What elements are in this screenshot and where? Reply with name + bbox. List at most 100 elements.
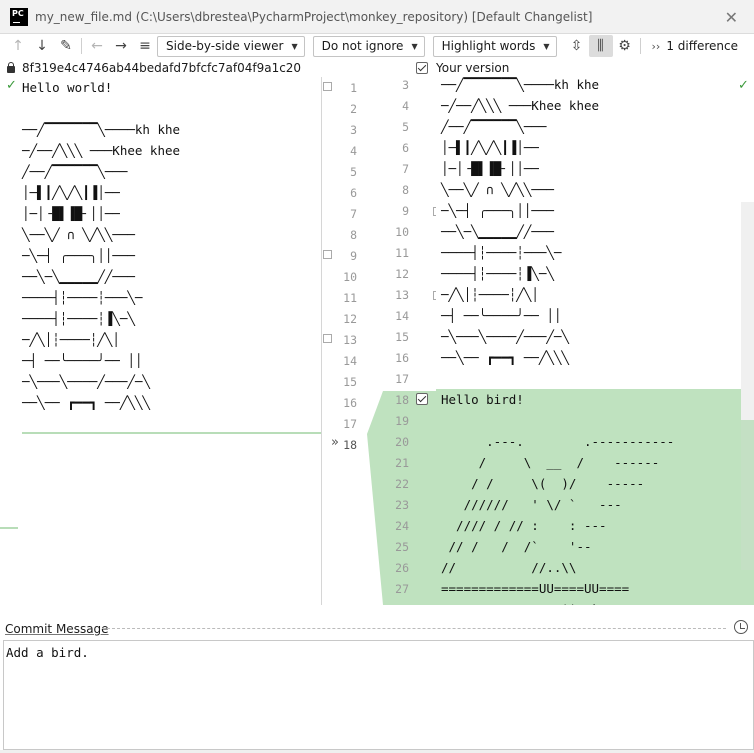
line-number: 15 [395,330,409,344]
title-bar: PC my_new_file.md (C:\Users\dbrestea\Pyc… [0,0,754,34]
line-number: 2 [350,102,357,116]
toolbar-separator [81,38,82,54]
close-icon[interactable]: ✕ [725,8,738,27]
line-number: 11 [395,246,409,260]
line-number: 28 [385,603,409,605]
line-number: 6 [402,141,409,155]
code-line: Hello world! [22,80,113,95]
code-line: ─┤ ──╰────╯── ││ [441,308,562,323]
commit-message-label: Commit Message [5,622,109,636]
line-number: 6 [350,186,357,200]
scrollbar-thumb[interactable] [741,420,754,570]
code-line: ─╲─┤ ╭───╮││─── [441,203,554,218]
diff-gutter: 1 2 3 4 5 6 7 8 9 10 11 12 13 14 15 16 17 18 3 4 5 6 7 8 9 10 11 1… [323,77,436,605]
code-line: │─▌┃╱╲╱╲┃▐│── [22,185,120,200]
line-number: 24 [395,519,409,533]
line-number: 13 [343,333,357,347]
line-number: 19 [395,414,409,428]
code-line: ╲──╲╱ ∩ ╲╱╲╲─── [22,227,135,242]
include-all-checkbox[interactable] [416,61,428,74]
line-number: 14 [343,354,357,368]
line-number: 9 [350,249,357,263]
code-line: ─┤ ──╰────╯── ││ [22,353,143,368]
window-title: my_new_file.md (C:\Users\dbrestea\Pychar… [35,9,593,24]
code-line: ────┤┆────┆▐╲─╲ [441,266,554,281]
divider [102,628,726,629]
code-line: ─╱──╱╲╲╲ ───Khee khee [441,98,600,113]
line-number: 17 [343,417,357,431]
line-number: 27 [395,582,409,596]
viewer-mode-select[interactable]: Side-by-side viewer ▼ [157,35,305,57]
code-line: │─│╶█▌▐█╴││── [22,206,120,221]
line-number: 7 [402,162,409,176]
line-number: 18 [395,393,409,407]
code-line: '//||\\` [441,599,599,605]
code-line: .---. .----------- [441,434,675,449]
pycharm-logo-icon: PC [10,7,28,26]
code-line: ╱──╱▔▔▔▔▔▔╲─── [22,164,128,179]
whitespace-ignore-label: Do not ignore [321,39,404,53]
code-line: ────┤┆────┆───╲─ [441,245,562,260]
settings-gear-icon[interactable]: ⚙ [613,35,637,57]
apply-change-chevron-icon[interactable]: » [331,435,339,450]
fold-marker-icon[interactable] [323,334,332,343]
code-line: // //..\\ [441,560,577,575]
chevron-down-icon: ▼ [411,41,418,51]
edit-source-icon[interactable]: ✎ [54,35,78,57]
code-line: ──╱▔▔▔▔▔▔▔╲────kh khe [441,77,600,92]
fold-marker-icon[interactable] [323,82,332,91]
compare-next-file-icon[interactable]: → [109,35,133,57]
line-number: 3 [402,78,409,92]
file-list-icon[interactable]: ≡ [133,35,157,57]
code-line: ─╲───╲────╱───╱─╲ [441,329,569,344]
deletion-marker [0,527,18,529]
line-number: 1 [350,81,357,95]
code-line: ────┤┆────┆▐╲─╲ [22,311,135,326]
code-line: //// / // : : --- [441,518,607,533]
code-line: ─╲─┤ ╭───╮││─── [22,248,135,263]
next-difference-icon[interactable]: ↓ [30,35,54,57]
commit-message-field[interactable]: Add a bird. [3,640,754,750]
code-line: =============UU====UU==== [441,581,630,596]
line-number: 11 [343,291,357,305]
code-line: ////// ' \/ ` --- [441,497,622,512]
code-line: ────┤┆────┆───╲─ [22,290,143,305]
highlight-mode-select[interactable]: Highlight words ▼ [432,35,557,57]
diff-toolbar: ↑ ↓ ✎ ← → ≡ Side-by-side viewer ▼ Do not… [0,34,754,58]
chevron-down-icon: ▼ [543,41,550,51]
lock-icon [6,61,16,74]
line-number: 4 [402,99,409,113]
right-editor[interactable]: ──╱▔▔▔▔▔▔▔╲────kh khe ─╱──╱╲╲╲ ───Khee kh… [436,77,754,605]
synchronize-scrolling-icon[interactable]: ⫼ [588,35,613,57]
line-number: 8 [350,228,357,242]
line-number: 21 [395,456,409,470]
include-change-checkbox[interactable] [416,393,428,405]
line-number: 26 [395,561,409,575]
whitespace-ignore-select[interactable]: Do not ignore ▼ [312,35,425,57]
history-clock-icon[interactable] [734,620,748,634]
scrollbar-track[interactable] [741,202,754,420]
difference-count: 1 difference [666,39,739,53]
compare-previous-file-icon[interactable]: ← [85,35,109,57]
code-line: ──╲─╲▁▁▁▁▁╱╱─── [22,269,135,284]
double-chevron-right-icon[interactable]: ›› [652,40,661,53]
code-line: Hello bird! [441,392,524,407]
code-line: ─╲───╲────╱───╱─╲ [22,374,150,389]
line-number: 7 [350,207,357,221]
previous-difference-icon[interactable]: ↑ [6,35,30,57]
fold-marker-icon[interactable] [323,250,332,259]
collapse-unchanged-icon[interactable]: ⇳ [565,35,589,57]
toolbar-separator [639,38,641,54]
line-number: 5 [402,120,409,134]
code-line: ─╱──╱╲╲╲ ───Khee khee [22,143,181,158]
line-number: 12 [395,267,409,281]
line-number: 16 [343,396,357,410]
line-number: 10 [343,270,357,284]
code-line: ──╲─╲▁▁▁▁▁╱╱─── [441,224,554,239]
code-line: ─╱╲│┆────┆╱╲│ [22,332,120,347]
line-number: 12 [343,312,357,326]
no-errors-check-icon: ✓ [6,78,17,93]
left-editor[interactable]: Hello world! ──╱▔▔▔▔▔▔▔╲────kh khe ─╱──╱╲╲… [0,77,322,605]
line-number: 3 [350,123,357,137]
commit-message-text: Add a bird. [6,645,89,660]
